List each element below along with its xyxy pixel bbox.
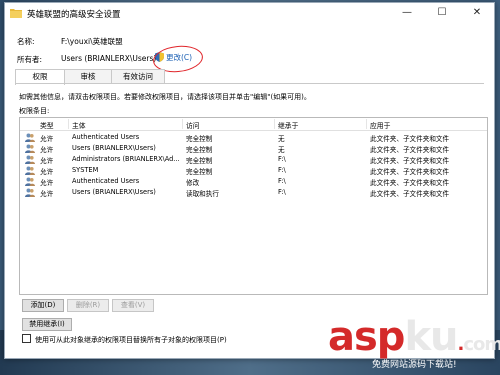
cell-principal: SYSTEM: [72, 166, 99, 174]
cell-type: 允许: [40, 157, 54, 165]
watermark-asp: asp: [328, 314, 405, 360]
table-row[interactable]: 允许 Users (BRIANLERX\Users) 完全控制 无 此文件夹、子…: [20, 143, 487, 154]
users-icon: [25, 188, 35, 197]
cell-access: 完全控制: [186, 146, 213, 154]
instruction-text: 如需其他信息，请双击权限项目。若要修改权限项目，请选择该项目并单击"编辑"(如果…: [19, 93, 311, 101]
column-header-inherited-from[interactable]: 继承于: [278, 120, 298, 130]
maximize-button[interactable]: ☐: [425, 3, 459, 23]
name-value: F:\youxi\英雄联盟: [61, 37, 123, 46]
column-divider[interactable]: [68, 119, 69, 129]
cell-type: 允许: [40, 168, 54, 176]
title-bar: 英雄联盟的高级安全设置 — ☐ ✕: [5, 3, 494, 25]
cell-type: 允许: [40, 135, 54, 143]
replace-child-permissions-checkbox[interactable]: [22, 334, 31, 343]
replace-child-permissions-label: 使用可从此对象继承的权限项目替换所有子对象的权限项目(P): [35, 336, 227, 344]
view-button[interactable]: 查看(V): [112, 299, 154, 312]
owner-row: 所有者: Users (BRIANLERX\Users) 更改(C): [17, 43, 317, 75]
add-button[interactable]: 添加(D): [22, 299, 64, 312]
table-header: 类型 主体 访问 继承于 应用于: [20, 118, 487, 131]
cell-inherited-from: 无: [278, 135, 285, 143]
remove-button[interactable]: 删除(R): [67, 299, 109, 312]
cell-access: 完全控制: [186, 157, 213, 165]
permission-entries-label: 权限条目:: [19, 107, 50, 115]
disable-inheritance-button[interactable]: 禁用继承(I): [22, 318, 72, 331]
column-divider[interactable]: [182, 119, 183, 129]
close-button[interactable]: ✕: [460, 3, 494, 23]
cell-applies-to: 此文件夹、子文件夹和文件: [370, 168, 450, 176]
cell-applies-to: 此文件夹、子文件夹和文件: [370, 135, 450, 143]
cell-type: 允许: [40, 146, 54, 154]
minimize-button[interactable]: —: [390, 3, 424, 23]
column-divider[interactable]: [274, 119, 275, 129]
cell-principal: Authenticated Users: [72, 177, 140, 185]
cell-principal: Users (BRIANLERX\Users): [72, 144, 156, 152]
watermark-com: com: [463, 334, 500, 355]
cell-principal: Users (BRIANLERX\Users): [72, 188, 156, 196]
cell-principal: Authenticated Users: [72, 133, 140, 141]
tab-auditing[interactable]: 审核: [64, 69, 112, 84]
cell-access: 完全控制: [186, 135, 213, 143]
column-header-principal[interactable]: 主体: [72, 120, 86, 130]
replace-child-permissions-option[interactable]: 使用可从此对象继承的权限项目替换所有子对象的权限项目(P): [22, 334, 227, 345]
cell-applies-to: 此文件夹、子文件夹和文件: [370, 190, 450, 198]
cell-principal: Administrators (BRIANLERX\Ad...: [72, 155, 180, 163]
users-icon: [25, 133, 35, 142]
tab-effective-access[interactable]: 有效访问: [111, 69, 165, 84]
watermark-logo: aspku.com 免费网站源码下载站!: [328, 314, 500, 373]
cell-type: 允许: [40, 190, 54, 198]
column-header-access[interactable]: 访问: [186, 120, 200, 130]
table-row[interactable]: 允许 Users (BRIANLERX\Users) 读取和执行 F:\ 此文件…: [20, 187, 487, 198]
cell-inherited-from: F:\: [278, 166, 286, 174]
table-row[interactable]: 允许 Authenticated Users 完全控制 无 此文件夹、子文件夹和…: [20, 132, 487, 143]
users-icon: [25, 144, 35, 153]
cell-inherited-from: F:\: [278, 155, 286, 163]
cell-applies-to: 此文件夹、子文件夹和文件: [370, 157, 450, 165]
users-icon: [25, 166, 35, 175]
cell-access: 完全控制: [186, 168, 213, 176]
owner-label: 所有者:: [17, 55, 43, 64]
cell-inherited-from: F:\: [278, 177, 286, 185]
table-row[interactable]: 允许 SYSTEM 完全控制 F:\ 此文件夹、子文件夹和文件: [20, 165, 487, 176]
watermark-ku: ku: [404, 314, 458, 360]
cell-inherited-from: 无: [278, 146, 285, 154]
users-icon: [25, 177, 35, 186]
advanced-security-settings-window: 英雄联盟的高级安全设置 — ☐ ✕ 名称: F:\youxi\英雄联盟 所有者:…: [4, 2, 495, 359]
object-name-row: 名称: F:\youxi\英雄联盟: [17, 36, 123, 47]
owner-value: Users (BRIANLERX\Users): [61, 54, 157, 63]
name-label: 名称:: [17, 37, 35, 46]
users-icon: [25, 155, 35, 164]
permission-entries-table: 类型 主体 访问 继承于 应用于 允许 Authenticated Users …: [19, 117, 488, 295]
cell-access: 修改: [186, 179, 200, 187]
window-title: 英雄联盟的高级安全设置: [27, 10, 121, 20]
cell-access: 读取和执行: [186, 190, 219, 198]
cell-applies-to: 此文件夹、子文件夹和文件: [370, 146, 450, 154]
cell-applies-to: 此文件夹、子文件夹和文件: [370, 179, 450, 187]
table-row[interactable]: 允许 Authenticated Users 修改 F:\ 此文件夹、子文件夹和…: [20, 176, 487, 187]
column-divider[interactable]: [366, 119, 367, 129]
watermark-tagline: 免费网站源码下载站!: [372, 360, 457, 370]
column-header-type[interactable]: 类型: [40, 120, 54, 130]
table-row[interactable]: 允许 Administrators (BRIANLERX\Ad... 完全控制 …: [20, 154, 487, 165]
cell-type: 允许: [40, 179, 54, 187]
folder-icon: [10, 9, 22, 18]
column-header-applies-to[interactable]: 应用于: [370, 120, 390, 130]
cell-inherited-from: F:\: [278, 188, 286, 196]
